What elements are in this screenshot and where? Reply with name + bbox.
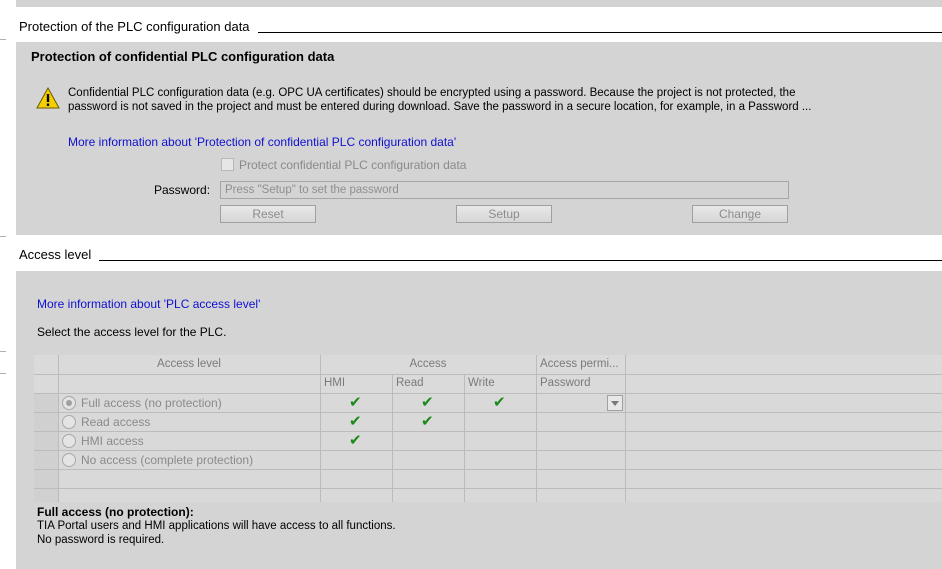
column-header-access-permission[interactable]: Access permi... (540, 355, 625, 373)
access-row-none[interactable]: No access (complete protection) (62, 451, 253, 469)
row-label: Read access (81, 415, 151, 429)
panel-title: Protection of confidential PLC configura… (31, 49, 335, 64)
warning-icon (36, 86, 60, 109)
password-dropdown[interactable] (607, 395, 623, 411)
access-level-panel: More information about 'PLC access level… (16, 271, 942, 569)
check-icon: ✔ (421, 413, 434, 430)
left-edge-mark (0, 351, 6, 352)
left-edge-mark (0, 236, 6, 237)
row-label: HMI access (81, 434, 144, 448)
grid-line (34, 488, 942, 489)
check-icon: ✔ (349, 413, 362, 430)
access-level-description: Full access (no protection): TIA Portal … (37, 505, 917, 547)
section-rule (257, 32, 942, 33)
section-rule (99, 260, 942, 261)
grid-line (320, 355, 321, 502)
column-header-write[interactable]: Write (468, 374, 495, 392)
check-icon: ✔ (349, 432, 362, 449)
access-level-instruction: Select the access level for the PLC. (37, 325, 227, 339)
reset-button[interactable]: Reset (220, 205, 316, 223)
setup-button[interactable]: Setup (456, 205, 552, 223)
radio-hmi-access[interactable] (62, 434, 76, 448)
description-line-1: TIA Portal users and HMI applications wi… (37, 520, 396, 532)
check-icon: ✔ (493, 394, 506, 411)
radio-no-access[interactable] (62, 453, 76, 467)
radio-read-access[interactable] (62, 415, 76, 429)
protection-section-header: Protection of the PLC configuration data (19, 20, 942, 34)
change-button[interactable]: Change (692, 205, 788, 223)
warning-line-1: Confidential PLC configuration data (e.g… (68, 87, 796, 99)
access-level-info-link[interactable]: More information about 'PLC access level… (37, 297, 260, 311)
top-panel-edge (16, 0, 942, 7)
row-label: No access (complete protection) (81, 453, 254, 467)
password-field[interactable]: Press "Setup" to set the password (220, 181, 789, 199)
access-row-read[interactable]: Read access (62, 413, 150, 431)
column-header-hmi[interactable]: HMI (324, 374, 345, 392)
grid-line (34, 469, 942, 470)
protect-config-label: Protect confidential PLC configuration d… (239, 158, 467, 172)
grid-line (34, 431, 942, 432)
column-header-access-level[interactable]: Access level (58, 355, 320, 373)
protection-info-link[interactable]: More information about 'Protection of co… (68, 135, 456, 149)
check-icon: ✔ (421, 394, 434, 411)
warning-message: Confidential PLC configuration data (e.g… (68, 86, 928, 114)
column-header-read[interactable]: Read (396, 374, 424, 392)
grid-line (34, 412, 942, 413)
check-icon: ✔ (349, 394, 362, 411)
grid-line (58, 355, 59, 502)
description-title: Full access (no protection): (37, 505, 194, 519)
grid-line (625, 355, 626, 502)
left-edge-mark (0, 39, 6, 40)
password-placeholder: Press "Setup" to set the password (225, 184, 399, 196)
left-edge-mark (0, 373, 6, 374)
access-row-full[interactable]: Full access (no protection) (62, 394, 222, 412)
description-line-2: No password is required. (37, 534, 165, 546)
protection-panel: Protection of confidential PLC configura… (16, 42, 942, 235)
radio-full-access[interactable] (62, 396, 76, 410)
access-level-table: Access level Access Access permi... HMI … (34, 355, 942, 502)
access-row-hmi[interactable]: HMI access (62, 432, 144, 450)
section-title: Access level (19, 247, 92, 262)
warning-line-2: password is not saved in the project and… (68, 101, 812, 113)
access-level-section-header: Access level (19, 248, 942, 262)
protect-config-checkbox[interactable] (221, 158, 234, 171)
grid-line (536, 355, 537, 502)
column-header-password[interactable]: Password (540, 374, 591, 392)
password-label: Password: (154, 183, 211, 197)
row-label: Full access (no protection) (81, 396, 222, 410)
chevron-down-icon (611, 400, 619, 406)
section-title: Protection of the PLC configuration data (19, 19, 250, 34)
column-header-access[interactable]: Access (320, 355, 536, 373)
